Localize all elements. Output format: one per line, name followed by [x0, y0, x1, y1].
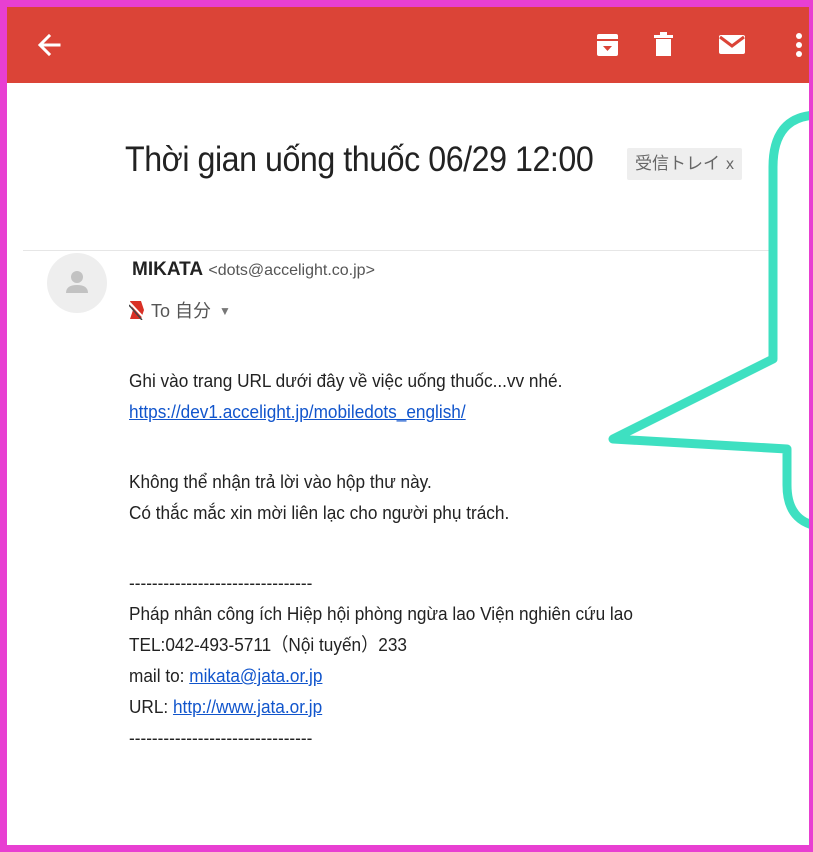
screenshot-frame: Thời gian uống thuốc 06/29 12:00 受信トレイ x …	[0, 0, 813, 852]
speech-bubble-callout	[608, 111, 809, 529]
